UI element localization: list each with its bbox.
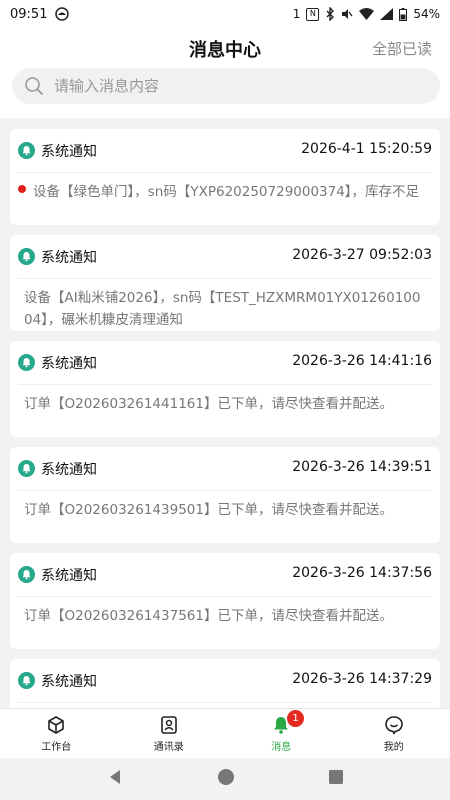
mute-icon <box>341 8 353 20</box>
tab-mine[interactable]: 我的 <box>338 709 450 758</box>
message-content: 订单【O202603261441161】已下单，请尽快查看并配送。 <box>24 396 393 412</box>
search-box[interactable] <box>12 68 440 104</box>
status-bar: 09:51 1 N 54% <box>0 0 450 28</box>
message-card[interactable]: 系统通知 2026-3-27 09:52:03 设备【AI籼米铺2026】，sn… <box>10 235 440 331</box>
app-header: 消息中心 全部已读 <box>0 28 450 68</box>
message-card[interactable]: 系统通知 2026-3-26 14:41:16 订单【O202603261441… <box>10 341 440 437</box>
message-card[interactable]: 系统通知 2026-3-26 14:37:29 <box>10 659 440 708</box>
unread-badge: 1 <box>287 710 304 727</box>
app-notification-icon <box>55 7 70 21</box>
smile-chat-icon <box>384 716 403 735</box>
wifi-icon <box>359 8 375 20</box>
status-time: 09:51 <box>10 6 48 22</box>
bell-icon <box>18 248 35 265</box>
bluetooth-icon <box>325 7 335 21</box>
message-time: 2026-3-26 14:37:56 <box>292 565 432 581</box>
message-card-header: 系统通知 2026-3-27 09:52:03 <box>18 235 432 279</box>
message-type: 系统通知 <box>41 144 97 160</box>
message-list[interactable]: 系统通知 2026-4-1 15:20:59 设备【绿色单门】，sn码【YXP6… <box>0 118 450 708</box>
back-icon[interactable] <box>106 768 124 790</box>
message-card-header: 系统通知 2026-3-26 14:37:56 <box>18 553 432 597</box>
message-type: 系统通知 <box>41 250 97 266</box>
message-card-header: 系统通知 2026-3-26 14:37:29 <box>18 659 432 703</box>
tab-label: 我的 <box>383 742 404 753</box>
battery-percent: 54% <box>413 7 440 21</box>
message-time: 2026-4-1 15:20:59 <box>301 141 432 157</box>
status-notification-count: 1 <box>292 7 301 21</box>
bell-icon <box>18 142 35 159</box>
tab-workbench[interactable]: 工作台 <box>0 709 113 758</box>
search-bar <box>0 68 450 118</box>
search-icon <box>25 77 43 95</box>
recents-icon[interactable] <box>328 769 344 789</box>
message-time: 2026-3-27 09:52:03 <box>292 247 432 263</box>
tab-label: 消息 <box>271 742 292 753</box>
contacts-icon <box>160 716 177 734</box>
bell-icon <box>18 566 35 583</box>
message-time: 2026-3-26 14:41:16 <box>292 353 432 369</box>
message-content: 设备【AI籼米铺2026】，sn码【TEST_HZXMRM01YX0126010… <box>24 290 421 328</box>
signal-icon <box>380 8 394 20</box>
bell-icon <box>18 354 35 371</box>
search-input[interactable] <box>54 77 414 95</box>
tab-messages[interactable]: 1 消息 <box>225 709 338 758</box>
tab-contacts[interactable]: 通讯录 <box>113 709 226 758</box>
message-type: 系统通知 <box>41 356 97 372</box>
message-content: 订单【O202603261439501】已下单，请尽快查看并配送。 <box>24 502 393 518</box>
bell-icon <box>18 460 35 477</box>
message-card-header: 系统通知 2026-3-26 14:39:51 <box>18 447 432 491</box>
tab-label: 通讯录 <box>153 742 184 753</box>
message-type: 系统通知 <box>41 462 97 478</box>
message-card[interactable]: 系统通知 2026-3-26 14:37:56 订单【O202603261437… <box>10 553 440 649</box>
message-card-header: 系统通知 2026-3-26 14:41:16 <box>18 341 432 385</box>
bottom-tab-bar: 工作台 通讯录 1 消息 我的 <box>0 708 450 758</box>
message-type: 系统通知 <box>41 568 97 584</box>
message-content: 设备【绿色单门】，sn码【YXP620250729000374】，库存不足 <box>33 184 420 200</box>
message-content: 订单【O202603261437561】已下单，请尽快查看并配送。 <box>24 608 393 624</box>
unread-dot <box>18 185 26 193</box>
message-type: 系统通知 <box>41 674 97 690</box>
home-icon[interactable] <box>216 767 236 791</box>
system-nav-bar <box>0 758 450 800</box>
message-card-header: 系统通知 2026-4-1 15:20:59 <box>18 129 432 173</box>
nfc-icon: N <box>306 7 320 21</box>
battery-icon <box>399 7 408 21</box>
message-card[interactable]: 系统通知 2026-3-26 14:39:51 订单【O202603261439… <box>10 447 440 543</box>
message-time: 2026-3-26 14:37:29 <box>292 671 432 687</box>
mark-all-read-button[interactable]: 全部已读 <box>372 38 432 59</box>
message-card[interactable]: 系统通知 2026-4-1 15:20:59 设备【绿色单门】，sn码【YXP6… <box>10 129 440 225</box>
tab-label: 工作台 <box>41 742 72 753</box>
bell-icon <box>18 672 35 689</box>
cube-icon <box>48 716 65 734</box>
message-time: 2026-3-26 14:39:51 <box>292 459 432 475</box>
